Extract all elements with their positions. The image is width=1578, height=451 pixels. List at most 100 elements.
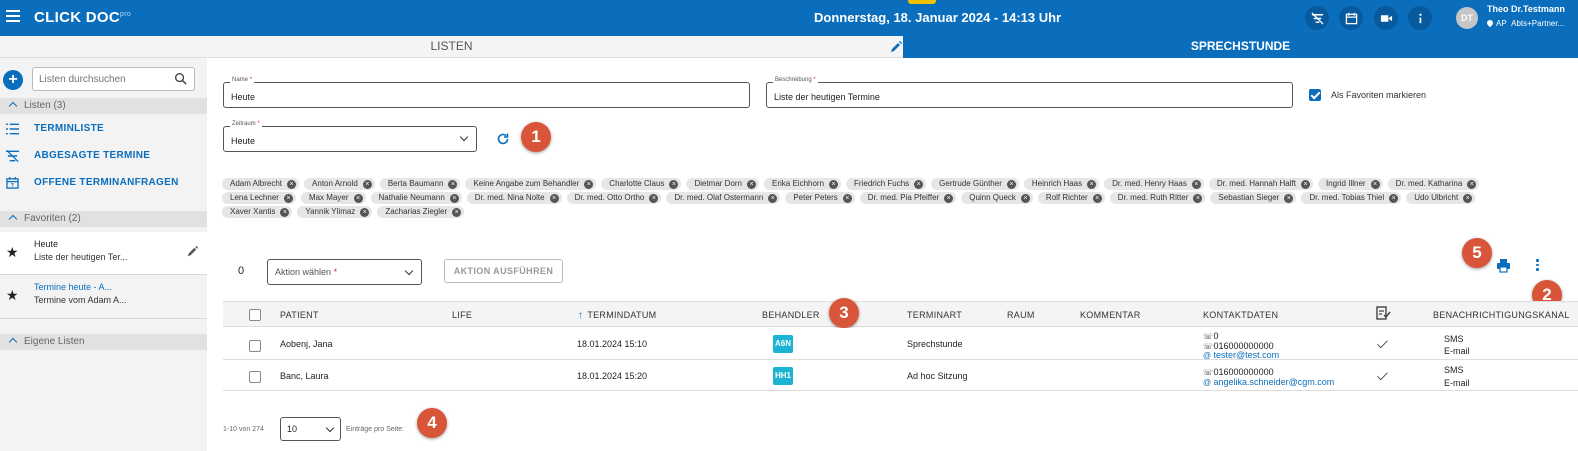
chip-remove-icon[interactable]: × <box>283 194 293 203</box>
patient-name[interactable]: Aobenj, Jana <box>280 339 333 349</box>
search-icon[interactable] <box>174 72 187 85</box>
chip-remove-icon[interactable]: × <box>747 180 757 189</box>
section-listen-header[interactable]: Listen (3) <box>0 98 207 114</box>
behandler-chip[interactable]: Anton Arnold × <box>304 178 375 190</box>
chip-remove-icon[interactable]: × <box>944 194 954 203</box>
behandler-chip[interactable]: Quinn Queck × <box>961 192 1033 204</box>
chip-remove-icon[interactable]: × <box>1191 180 1201 189</box>
sidebar-item-terminliste[interactable]: TERMINLISTE <box>0 119 207 139</box>
favorite-item-termine-heute[interactable]: ★ Termine heute - A... Termine vom Adam … <box>0 275 207 317</box>
behandler-chip[interactable]: Sebastian Sieger × <box>1210 192 1297 204</box>
behandler-chip[interactable]: Dr. med. Hannah Halft × <box>1208 178 1313 190</box>
column-behandler[interactable]: BEHANDLER <box>762 310 820 320</box>
behandler-chip[interactable]: Yannik Ylimaz × <box>297 206 373 218</box>
tab-sprechstunde[interactable]: SPRECHSTUNDE <box>903 36 1578 58</box>
sidebar-item-abgesagte-termine[interactable]: ABGESAGTE TERMINE <box>0 146 207 166</box>
chip-remove-icon[interactable]: × <box>448 180 458 189</box>
behandler-chip[interactable]: Zacharias Ziegler × <box>377 206 465 218</box>
behandler-chip[interactable]: Dietmar Dorn × <box>686 178 760 190</box>
behandler-chip[interactable]: Nathalie Neumann × <box>370 192 462 204</box>
table-row[interactable]: Aobenj, Jana 18.01.2024 15:10 A6N Sprech… <box>223 328 1578 360</box>
behandler-chip[interactable]: Udo Ulbricht × <box>1406 192 1476 204</box>
behandler-chip[interactable]: Dr. med. Ruth Ritter × <box>1109 192 1206 204</box>
chip-remove-icon[interactable]: × <box>1092 194 1102 203</box>
behandler-chip[interactable]: Dr. med. Katharina × <box>1387 178 1480 190</box>
contact-email[interactable]: @ angelika.schneider@cgm.com <box>1203 377 1334 387</box>
behandler-chip[interactable]: Friedrich Fuchs × <box>846 178 927 190</box>
chip-remove-icon[interactable]: × <box>1087 180 1097 189</box>
behandler-chip[interactable]: Adam Albrecht × <box>222 178 300 190</box>
description-field[interactable]: Beschreibung * Liste der heutigen Termin… <box>766 77 1293 108</box>
video-icon[interactable] <box>1374 6 1398 30</box>
favorite-checkbox[interactable] <box>1309 89 1321 101</box>
chip-remove-icon[interactable]: × <box>549 194 559 203</box>
chip-remove-icon[interactable]: × <box>914 180 924 189</box>
print-icon[interactable] <box>1496 258 1511 273</box>
star-icon[interactable]: ★ <box>6 244 19 261</box>
chip-remove-icon[interactable]: × <box>1389 194 1399 203</box>
behandler-chip[interactable]: Berta Baumann × <box>379 178 461 190</box>
more-options-icon[interactable] <box>1536 259 1540 272</box>
chip-remove-icon[interactable]: × <box>280 208 290 217</box>
chip-remove-icon[interactable]: × <box>669 180 679 189</box>
behandler-chip[interactable]: Dr. med. Olaf Ostermann × <box>666 192 781 204</box>
sidebar-item-offene-terminanfragen[interactable]: ? OFFENE TERMINANFRAGEN <box>0 173 207 193</box>
column-kontaktdaten[interactable]: KONTAKTDATEN <box>1203 310 1278 320</box>
execute-action-button[interactable]: AKTION AUSFÜHREN <box>444 259 563 283</box>
chip-remove-icon[interactable]: × <box>649 194 659 203</box>
column-patient[interactable]: PATIENT <box>280 310 319 320</box>
behandler-chip[interactable]: Erika Eichhorn × <box>764 178 842 190</box>
column-raum[interactable]: RAUM <box>1007 310 1035 320</box>
behandler-chip[interactable]: Xaver Xantis × <box>222 206 293 218</box>
chip-remove-icon[interactable]: × <box>1300 180 1310 189</box>
column-life[interactable]: LIFE <box>452 310 472 320</box>
list-filter-icon[interactable] <box>1305 6 1329 30</box>
edit-pencil-icon[interactable] <box>186 245 199 258</box>
info-icon[interactable] <box>1408 6 1432 30</box>
chip-remove-icon[interactable]: × <box>1020 194 1030 203</box>
behandler-chip[interactable]: Rolf Richter × <box>1037 192 1105 204</box>
column-termindatum[interactable]: ↑ TERMINDATUM <box>578 310 656 321</box>
row-checkbox[interactable] <box>249 340 261 352</box>
chip-remove-icon[interactable]: × <box>829 180 839 189</box>
chip-remove-icon[interactable]: × <box>1467 180 1477 189</box>
notification-tab-marker[interactable] <box>908 0 936 4</box>
menu-icon[interactable] <box>6 10 20 24</box>
patient-name[interactable]: Banc, Laura <box>280 371 329 381</box>
behandler-chip[interactable]: Dr. med. Henry Haas × <box>1104 178 1204 190</box>
behandler-chip[interactable]: Max Mayer × <box>300 192 366 204</box>
chip-remove-icon[interactable]: × <box>584 180 594 189</box>
section-eigene-listen-header[interactable]: Eigene Listen <box>0 334 207 350</box>
table-row[interactable]: Banc, Laura 18.01.2024 15:20 HH1 Ad hoc … <box>223 361 1578 391</box>
chip-remove-icon[interactable]: × <box>360 208 370 217</box>
column-kommentar[interactable]: KOMMENTAR <box>1080 310 1141 320</box>
chip-remove-icon[interactable]: × <box>842 194 852 203</box>
behandler-chip[interactable]: Heinrich Haas × <box>1023 178 1100 190</box>
chip-remove-icon[interactable]: × <box>452 208 462 217</box>
favorite-item-heute[interactable]: ★ Heute Liste der heutigen Ter... <box>0 232 207 274</box>
contact-email[interactable]: @ tester@test.com <box>1203 350 1279 360</box>
chip-remove-icon[interactable]: × <box>362 180 372 189</box>
action-select[interactable]: Aktion wählen * <box>267 259 422 285</box>
chip-remove-icon[interactable]: × <box>353 194 363 203</box>
chip-remove-icon[interactable]: × <box>1193 194 1203 203</box>
behandler-chip[interactable]: Dr. med. Tobias Thiel × <box>1301 192 1402 204</box>
select-all-checkbox[interactable] <box>249 309 261 321</box>
list-search-input[interactable] <box>32 67 195 91</box>
behandler-chip[interactable]: Lena Lechner × <box>222 192 296 204</box>
behandler-chip[interactable]: Dr. med. Otto Ortho × <box>566 192 662 204</box>
chip-remove-icon[interactable]: × <box>1370 180 1380 189</box>
chip-remove-icon[interactable]: × <box>449 194 459 203</box>
behandler-chip[interactable]: Keine Angabe zum Behandler × <box>465 178 597 190</box>
behandler-chip[interactable]: Dr. med. Nina Nolte × <box>466 192 562 204</box>
behandler-chip[interactable]: Ingrid Illner × <box>1317 178 1383 190</box>
row-checkbox[interactable] <box>249 371 261 383</box>
add-list-button[interactable]: + <box>3 70 23 90</box>
behandler-chip[interactable]: Dr. med. Pia Pfeiffer × <box>859 192 957 204</box>
name-field[interactable]: Name * Heute <box>223 77 750 108</box>
page-size-select[interactable]: 10 <box>280 417 341 441</box>
chip-remove-icon[interactable]: × <box>1006 180 1016 189</box>
zeitraum-select[interactable]: Zeitraum * Heute <box>223 121 477 152</box>
behandler-chip[interactable]: Peter Peters × <box>785 192 855 204</box>
user-avatar[interactable]: DT <box>1456 7 1478 29</box>
